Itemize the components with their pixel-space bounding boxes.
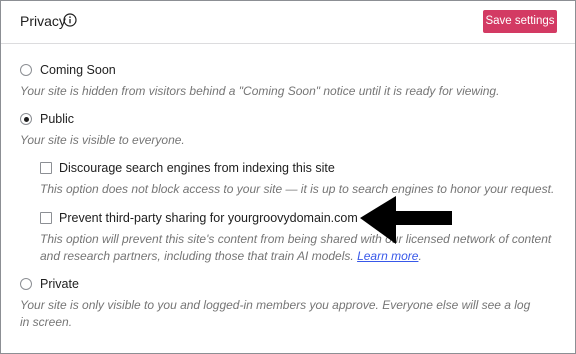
option-discourage-search-engines[interactable]: Discourage search engines from indexing … bbox=[40, 161, 335, 175]
info-icon[interactable] bbox=[63, 13, 77, 27]
private-description-line2: in screen. bbox=[20, 315, 73, 329]
prevent-sharing-label[interactable]: Prevent third-party sharing for yourgroo… bbox=[59, 211, 358, 225]
learn-more-link[interactable]: Learn more bbox=[357, 249, 418, 263]
private-description-line1: Your site is only visible to you and log… bbox=[20, 298, 531, 312]
privacy-settings-panel: Privacy Save settings Coming Soon Your s… bbox=[0, 0, 576, 354]
option-private[interactable]: Private bbox=[20, 277, 79, 291]
option-prevent-third-party-sharing[interactable]: Prevent third-party sharing for yourgroo… bbox=[40, 211, 358, 225]
prevent-sharing-checkbox[interactable] bbox=[40, 212, 52, 224]
public-label[interactable]: Public bbox=[40, 112, 74, 126]
prevent-sharing-description-end: . bbox=[418, 249, 422, 263]
prevent-sharing-description-line2: and research partners, including those t… bbox=[40, 247, 422, 265]
coming-soon-radio[interactable] bbox=[20, 64, 32, 76]
private-radio[interactable] bbox=[20, 278, 32, 290]
private-label[interactable]: Private bbox=[40, 277, 79, 291]
discourage-search-engines-description: This option does not block access to you… bbox=[40, 182, 555, 196]
save-settings-button[interactable]: Save settings bbox=[483, 10, 557, 33]
discourage-search-engines-label[interactable]: Discourage search engines from indexing … bbox=[59, 161, 335, 175]
panel-header: Privacy Save settings bbox=[1, 1, 575, 44]
prevent-sharing-description-text: and research partners, including those t… bbox=[40, 249, 354, 263]
coming-soon-label[interactable]: Coming Soon bbox=[40, 63, 116, 77]
discourage-search-engines-checkbox[interactable] bbox=[40, 162, 52, 174]
prevent-sharing-description-line1: This option will prevent this site's con… bbox=[40, 232, 552, 246]
public-description: Your site is visible to everyone. bbox=[20, 133, 185, 147]
arrow-left-icon bbox=[360, 196, 452, 244]
coming-soon-description: Your site is hidden from visitors behind… bbox=[20, 84, 500, 98]
panel-title: Privacy bbox=[20, 13, 66, 29]
public-radio[interactable] bbox=[20, 113, 32, 125]
option-public[interactable]: Public bbox=[20, 112, 74, 126]
option-coming-soon[interactable]: Coming Soon bbox=[20, 63, 116, 77]
